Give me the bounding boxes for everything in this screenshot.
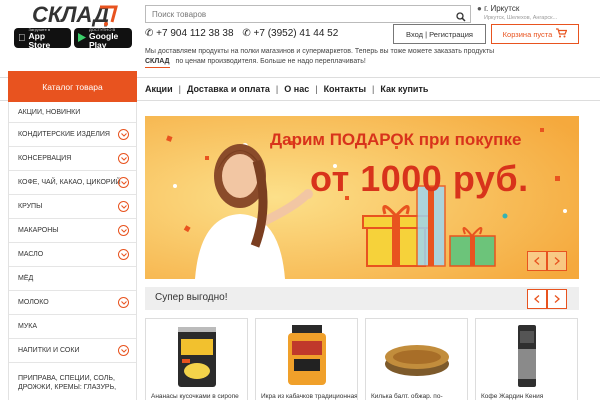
description-line-2: по ценам производителя. Больше не надо п… <box>175 58 366 65</box>
logo-text: СКЛАД <box>32 2 109 27</box>
product-card[interactable]: Икра из кабачков традиционная <box>255 318 358 400</box>
product-card[interactable]: Ананасы кусочками в сиропе <box>145 318 248 400</box>
chevron-right-icon <box>554 295 560 303</box>
sidebar-item-label: МАКАРОНЫ <box>18 227 59 234</box>
description-line-1: Мы доставляем продукты на полки магазино… <box>145 48 495 55</box>
chevron-right-icon <box>554 257 560 265</box>
sidebar-item-label: МОЛОКО <box>18 299 49 306</box>
description-logo: СКЛАД <box>145 57 170 68</box>
chevron-left-icon <box>534 295 540 303</box>
chevron-left-icon <box>534 257 540 265</box>
city-selector[interactable]: ● г. Иркутск <box>477 4 519 13</box>
cart-button[interactable]: Корзина пуста <box>491 24 579 44</box>
app-store-big: App Store <box>21 31 62 49</box>
sidebar-item-label: КОНДИТЕРСКИЕ ИЗДЕЛИЯ <box>18 131 110 138</box>
banner-amount: от 1000 руб. <box>310 158 529 199</box>
city-name: г. Иркутск <box>484 4 520 13</box>
sidebar-item-drinks[interactable]: НАПИТКИ И СОКИ <box>9 339 136 363</box>
phone-icon: ✆ <box>242 28 251 39</box>
product-image-can <box>178 327 216 387</box>
nav-item-how-to-buy[interactable]: Как купить <box>380 84 428 94</box>
sidebar-item-flour[interactable]: МУКА <box>9 315 136 339</box>
sidebar-item-cereals[interactable]: КРУПЫ <box>9 195 136 219</box>
cart-icon <box>556 28 568 40</box>
play-icon <box>78 29 86 47</box>
product-card[interactable]: Кофе Жардин Кения <box>475 318 578 400</box>
product-image-coffee <box>518 325 536 387</box>
google-play-big: Google Play <box>89 30 119 50</box>
sidebar-item-label: КОФЕ, ЧАЙ, КАКАО, ЦИКОРИЙ <box>18 179 121 186</box>
banner-arrows <box>527 251 567 271</box>
super-arrows <box>527 289 567 309</box>
phones: ✆ +7 904 112 38 38 ✆ +7 (3952) 41 44 52 <box>145 28 344 39</box>
app-store-button[interactable]:  Загрузите вApp Store <box>14 27 71 49</box>
banner-prev-button[interactable] <box>527 251 547 271</box>
nav-item-promotions[interactable]: Акции <box>145 84 173 94</box>
sidebar-item-promotions[interactable]: АКЦИИ, НОВИНКИ <box>9 102 136 123</box>
login-register-button[interactable]: Вход | Регистрация <box>393 24 486 44</box>
google-play-button[interactable]: ДОСТУПНО В Google Play <box>74 27 132 50</box>
sidebar-item-label: МУКА <box>18 323 38 330</box>
catalog-sidebar: АКЦИИ, НОВИНКИ КОНДИТЕРСКИЕ ИЗДЕЛИЯ КОНС… <box>8 102 137 400</box>
sidebar-item-label: АКЦИИ, НОВИНКИ <box>18 108 81 116</box>
product-card[interactable]: Килька балт. обжар. по- <box>365 318 468 400</box>
sidebar-item-label: НАПИТКИ И СОКИ <box>18 347 80 354</box>
search-input[interactable]: Поиск товаров <box>145 5 471 23</box>
nav-separator: | <box>372 84 375 94</box>
sidebar-item-confectionery[interactable]: КОНДИТЕРСКИЕ ИЗДЕЛИЯ <box>9 123 136 147</box>
sidebar-item-label: ПРИПРАВА, СПЕЦИИ, СОЛЬ, ДРОЖЖИ, КРЕМЫ: Г… <box>18 375 117 391</box>
product-image-tin <box>385 345 449 376</box>
cart-label: Корзина пуста <box>502 29 553 39</box>
chevron-down-icon[interactable] <box>118 129 129 140</box>
apple-icon:  <box>18 33 26 44</box>
phone-1-number: +7 904 112 38 38 <box>156 28 234 39</box>
product-name[interactable]: Ананасы кусочками в сиропе <box>151 393 247 400</box>
nav-item-contacts[interactable]: Контакты <box>324 84 366 94</box>
chevron-down-icon[interactable] <box>118 225 129 236</box>
chevron-down-icon[interactable] <box>118 153 129 164</box>
product-name[interactable]: Икра из кабачков традиционная <box>261 393 357 400</box>
sidebar-item-milk[interactable]: МОЛОКО <box>9 291 136 315</box>
chevron-down-icon[interactable] <box>118 345 129 356</box>
sidebar-item-coffee-tea[interactable]: КОФЕ, ЧАЙ, КАКАО, ЦИКОРИЙ <box>9 171 136 195</box>
product-name[interactable]: Кофе Жардин Кения <box>481 393 577 400</box>
sidebar-item-honey[interactable]: МЁД <box>9 267 136 291</box>
nav-item-delivery[interactable]: Доставка и оплата <box>187 84 270 94</box>
sidebar-item-label: КОНСЕРВАЦИЯ <box>18 155 72 162</box>
sidebar-item-label: КРУПЫ <box>18 203 43 210</box>
chevron-down-icon[interactable] <box>118 297 129 308</box>
sidebar-item-pasta[interactable]: МАКАРОНЫ <box>9 219 136 243</box>
search-icon[interactable] <box>456 9 466 22</box>
chevron-down-icon[interactable] <box>118 249 129 260</box>
phone-icon: ✆ <box>145 28 154 39</box>
catalog-button[interactable]: Каталог товара <box>8 71 137 102</box>
product-name[interactable]: Килька балт. обжар. по- <box>371 393 467 400</box>
phone-2[interactable]: ✆ +7 (3952) 41 44 52 <box>242 28 338 39</box>
sidebar-item-oil[interactable]: МАСЛО <box>9 243 136 267</box>
banner-headline: Дарим ПОДАРОК при покупке <box>270 130 522 149</box>
location-pin-icon: ● <box>477 4 482 13</box>
city-sub: Иркутск, Шелехов, Ангарск... <box>484 15 558 21</box>
phone-1[interactable]: ✆ +7 904 112 38 38 <box>145 28 234 39</box>
super-next-button[interactable] <box>547 289 567 309</box>
nav-separator: | <box>315 84 318 94</box>
main-menu: Акции | Доставка и оплата | О нас | Конт… <box>145 84 428 94</box>
product-image-jar <box>288 325 326 385</box>
super-section-title: Супер выгодно! <box>155 292 228 303</box>
nav-separator: | <box>275 84 279 94</box>
sidebar-item-label: МЁД <box>18 275 34 282</box>
nav-separator: | <box>178 84 181 94</box>
chevron-down-icon[interactable] <box>118 201 129 212</box>
banner-next-button[interactable] <box>547 251 567 271</box>
header-description: Мы доставляем продукты на полки магазино… <box>145 47 585 68</box>
phone-2-number: +7 (3952) 41 44 52 <box>253 28 339 39</box>
nav-item-about[interactable]: О нас <box>284 84 309 94</box>
site-logo[interactable]: СКЛАД <box>30 2 140 28</box>
super-prev-button[interactable] <box>527 289 547 309</box>
sidebar-item-spices[interactable]: ПРИПРАВА, СПЕЦИИ, СОЛЬ, ДРОЖЖИ, КРЕМЫ: Г… <box>9 365 136 400</box>
sidebar-item-label: МАСЛО <box>18 251 44 258</box>
chevron-down-icon[interactable] <box>118 177 129 188</box>
sidebar-item-canned[interactable]: КОНСЕРВАЦИЯ <box>9 147 136 171</box>
